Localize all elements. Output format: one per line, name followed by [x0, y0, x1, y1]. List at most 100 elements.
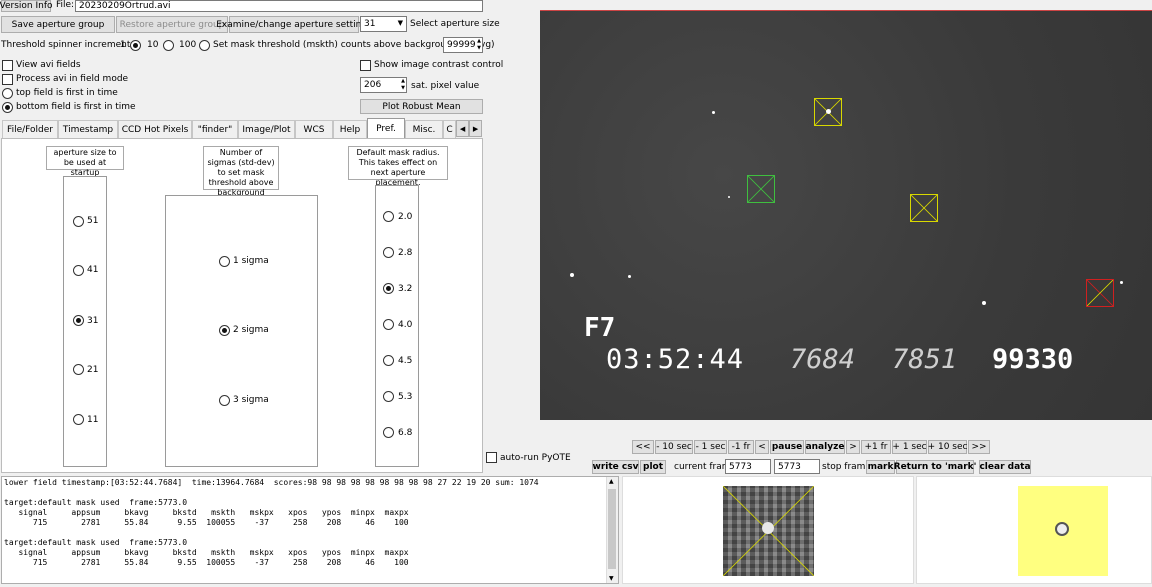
back-1-frame-button[interactable]: -1 fr	[728, 440, 754, 454]
stop-frame-field[interactable]: 5773	[774, 459, 820, 474]
overlay-number-3: 99330	[992, 344, 1074, 375]
stop-frame-label: stop frame	[822, 462, 871, 472]
radius-4-0-label: 4.0	[398, 320, 413, 330]
sat-pixel-spinner[interactable]: 206 ▲ ▼	[360, 77, 407, 93]
radius-2-8-radio[interactable]	[383, 247, 394, 258]
forward-1-sec-button[interactable]: + 1 sec	[892, 440, 927, 454]
examine-aperture-settings-button[interactable]: Examine/change aperture settings	[216, 16, 372, 33]
radius-5-3-radio[interactable]	[383, 391, 394, 402]
sigma-2-label: 2 sigma	[233, 325, 269, 335]
overlay-timestamp: 03:52:44	[606, 344, 745, 375]
aperture-yellow-1[interactable]	[814, 98, 842, 126]
scroll-thumb[interactable]	[608, 489, 616, 569]
analyze-button[interactable]: analyze	[805, 440, 845, 454]
tab-scroll-left-icon[interactable]: ◀	[456, 120, 469, 137]
top-field-first-radio[interactable]	[2, 88, 13, 99]
tab-image-plot[interactable]: Image/Plot	[238, 120, 295, 138]
target-star	[826, 109, 831, 114]
step-forward-button[interactable]: >	[846, 440, 860, 454]
spinner-arrows-icon[interactable]: ▲ ▼	[477, 38, 481, 52]
aperture-yellow-2[interactable]	[910, 194, 938, 222]
tab-scroll-right-icon[interactable]: ▶	[469, 120, 482, 137]
log-text-area[interactable]: lower field timestamp:[03:52:44.7684] ti…	[1, 476, 619, 584]
thumbnail-star	[762, 522, 774, 534]
step-back-button[interactable]: <	[755, 440, 769, 454]
forward-1-frame-button[interactable]: +1 fr	[861, 440, 891, 454]
current-frame-field[interactable]: 5773	[725, 459, 771, 474]
mask-star-icon	[1055, 522, 1069, 536]
mask-threshold-spinner[interactable]: 99999 ▲ ▼	[443, 37, 483, 53]
radius-4-5-radio[interactable]	[383, 355, 394, 366]
back-1-sec-button[interactable]: - 1 sec	[694, 440, 727, 454]
thumbnail-aperture-image[interactable]	[723, 486, 814, 576]
overlay-number-1: 7684	[790, 344, 856, 375]
plot-button[interactable]: plot	[640, 460, 666, 474]
sat-pixel-label: sat. pixel value	[411, 81, 480, 91]
aperture-31-label: 31	[87, 316, 99, 326]
video-frame[interactable]: F7 03:52:44 7684 7851 99330	[540, 10, 1152, 420]
aperture-startup-group	[63, 176, 107, 467]
aperture-red[interactable]	[1086, 279, 1114, 307]
mask-preview	[1018, 486, 1108, 576]
radius-3-2-radio[interactable]	[383, 283, 394, 294]
aperture-size-value: 31	[364, 19, 376, 29]
tab-finder[interactable]: "finder"	[192, 120, 238, 138]
back-10-sec-button[interactable]: - 10 sec	[655, 440, 693, 454]
last-frame-button[interactable]: >>	[968, 440, 990, 454]
aperture-41-radio[interactable]	[73, 265, 84, 276]
save-aperture-group-button[interactable]: Save aperture group	[1, 16, 115, 33]
restore-aperture-group-button[interactable]: Restore aperture group	[116, 16, 228, 33]
radius-2-0-radio[interactable]	[383, 211, 394, 222]
aperture-51-label: 51	[87, 216, 99, 226]
file-name-field[interactable]: 20230209Ortrud.avi	[75, 0, 483, 12]
sigma-2-radio[interactable]	[219, 325, 230, 336]
log-scrollbar[interactable]: ▲ ▼	[606, 477, 618, 583]
process-field-mode-checkbox[interactable]	[2, 74, 13, 85]
radius-4-5-label: 4.5	[398, 356, 413, 366]
clear-data-button[interactable]: clear data	[979, 460, 1031, 474]
view-avi-fields-checkbox[interactable]	[2, 60, 13, 71]
tab-cut-off[interactable]: C	[443, 120, 456, 138]
aperture-11-radio[interactable]	[73, 414, 84, 425]
tab-wcs[interactable]: WCS	[295, 120, 333, 138]
show-contrast-control-checkbox[interactable]	[360, 60, 371, 71]
tab-ccd-hot-pixels[interactable]: CCD Hot Pixels	[118, 120, 192, 138]
sigma-3-radio[interactable]	[219, 395, 230, 406]
aperture-51-radio[interactable]	[73, 216, 84, 227]
return-to-mark-button[interactable]: Return to 'mark'	[894, 460, 976, 474]
spinner-arrows-icon[interactable]: ▲ ▼	[401, 78, 405, 92]
scroll-down-icon[interactable]: ▼	[609, 575, 614, 582]
plot-robust-mean-button[interactable]: Plot Robust Mean	[360, 99, 483, 114]
scroll-up-icon[interactable]: ▲	[609, 478, 614, 485]
mask-radius-group	[375, 185, 419, 467]
sat-pixel-value: 206	[364, 80, 382, 90]
aperture-31-radio[interactable]	[73, 315, 84, 326]
radius-3-2-label: 3.2	[398, 284, 413, 294]
tab-timestamp[interactable]: Timestamp	[58, 120, 118, 138]
mask-radius-caption: Default mask radius. This takes effect o…	[348, 146, 448, 187]
aperture-green[interactable]	[747, 175, 775, 203]
tab-misc[interactable]: Misc.	[405, 120, 443, 138]
auto-run-pyote-checkbox[interactable]	[486, 452, 497, 463]
aperture-21-radio[interactable]	[73, 364, 84, 375]
tab-pref[interactable]: Pref.	[367, 118, 405, 139]
write-csv-button[interactable]: write csv	[592, 460, 639, 474]
tab-file-folder[interactable]: File/Folder	[2, 120, 58, 138]
radius-6-8-label: 6.8	[398, 428, 413, 438]
forward-10-sec-button[interactable]: + 10 sec	[928, 440, 967, 454]
tab-help[interactable]: Help	[333, 120, 367, 138]
increment-1-radio[interactable]	[130, 40, 141, 51]
mark-button[interactable]: mark	[866, 460, 895, 474]
first-frame-button[interactable]: <<	[632, 440, 654, 454]
version-info-button[interactable]: Version Info	[0, 0, 53, 12]
view-avi-fields-label: View avi fields	[16, 60, 81, 70]
radius-4-0-radio[interactable]	[383, 319, 394, 330]
increment-100-radio[interactable]	[199, 40, 210, 51]
radius-6-8-radio[interactable]	[383, 427, 394, 438]
sigma-1-radio[interactable]	[219, 256, 230, 267]
aperture-size-select[interactable]: 31 ▼	[360, 16, 407, 32]
log-line: target:default mask used frame:5773.0	[4, 538, 188, 547]
pause-button[interactable]: pause	[770, 440, 804, 454]
bottom-field-first-radio[interactable]	[2, 102, 13, 113]
increment-10-radio[interactable]	[163, 40, 174, 51]
